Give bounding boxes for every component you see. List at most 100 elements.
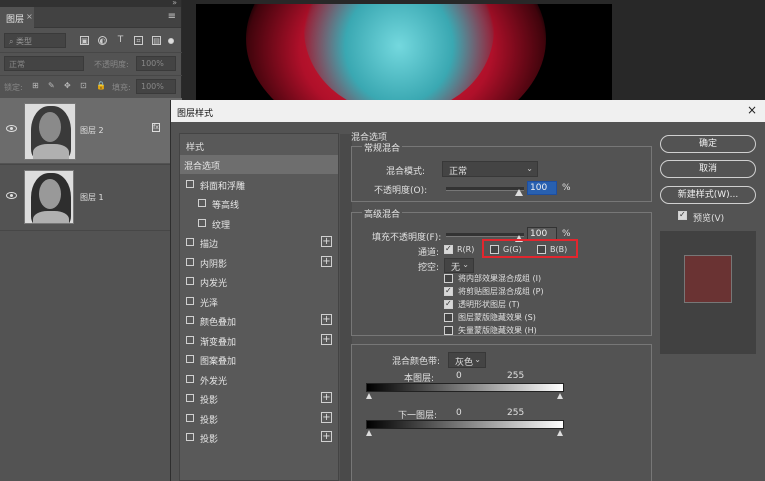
advanced-option-checkbox[interactable] — [444, 299, 453, 309]
advanced-option-checkbox[interactable] — [444, 286, 453, 296]
add-style-icon[interactable]: + — [321, 411, 332, 423]
style-checkbox[interactable] — [198, 218, 206, 227]
style-item[interactable]: 描边 + — [180, 233, 338, 252]
underlying-black-thumb[interactable] — [366, 430, 372, 436]
blend-mode-value: 正常 — [449, 167, 468, 177]
opacity-label: 不透明度(O): — [374, 186, 428, 196]
lock-artboard-icon[interactable]: ⊡ — [80, 81, 89, 90]
fill-opacity-slider[interactable] — [446, 233, 524, 237]
style-checkbox[interactable] — [186, 277, 194, 285]
layer-thumbnail — [24, 103, 76, 160]
add-style-icon[interactable]: + — [321, 392, 332, 403]
new-style-button[interactable]: 新建样式(W)... — [660, 186, 756, 204]
layer-name[interactable]: 图层 2 — [80, 125, 104, 136]
style-label: 图案叠加 — [200, 357, 237, 367]
lock-position-icon[interactable]: ✥ — [64, 81, 73, 90]
style-label: 混合选项 — [184, 162, 221, 172]
layer-name[interactable]: 图层 1 — [80, 192, 104, 203]
style-checkbox[interactable] — [186, 257, 194, 266]
smart-object-filter-icon[interactable]: ▤ — [152, 36, 161, 45]
opacity-field[interactable]: 100 — [527, 181, 557, 195]
advanced-option-checkbox[interactable] — [444, 274, 453, 283]
add-style-icon[interactable]: + — [321, 255, 332, 267]
blend-if-section: 混合颜色带: 灰色 ⌄ 本图层: 0 255 下一图层: 0 255 — [351, 344, 652, 481]
style-checkbox[interactable] — [186, 316, 194, 324]
add-style-icon[interactable]: + — [321, 431, 332, 442]
collapse-icon[interactable]: » — [172, 0, 177, 7]
cancel-button[interactable]: 取消 — [660, 160, 756, 178]
eye-icon[interactable] — [6, 125, 17, 132]
layer-opacity-field[interactable]: 100% — [136, 56, 176, 71]
canvas-area — [182, 0, 765, 100]
ok-button[interactable]: 确定 — [660, 135, 756, 153]
add-style-icon[interactable]: + — [321, 314, 332, 325]
channel-r-label: R(R) — [457, 245, 475, 254]
pixel-filter-icon[interactable]: ▣ — [80, 36, 89, 45]
advanced-option-checkbox[interactable] — [444, 326, 453, 335]
styles-header[interactable]: 样式 — [180, 136, 338, 155]
advanced-option-checkbox[interactable] — [444, 313, 453, 322]
add-style-icon[interactable]: + — [321, 333, 332, 345]
lock-image-icon[interactable]: ✎ — [48, 81, 57, 90]
layer-row-1[interactable]: 图层 1 — [0, 164, 182, 229]
filter-kind-dropdown[interactable]: ⌕ 类型 — [4, 33, 66, 48]
style-checkbox[interactable] — [186, 335, 194, 344]
style-item[interactable]: 图案叠加 — [180, 350, 338, 369]
add-style-icon[interactable]: + — [321, 236, 332, 247]
panel-menu-icon[interactable]: ≡ — [168, 11, 176, 22]
style-item[interactable]: 等高线 — [180, 194, 338, 213]
layers-panel: » 图层 × ≡ ⌕ 类型 ▣ ◐ T ⌗ ▤ 正常 不透明度: 100% 锁定… — [0, 0, 182, 481]
style-item[interactable]: 颜色叠加 + — [180, 311, 338, 330]
blend-mode-dropdown[interactable]: 正常 ⌄ — [442, 161, 538, 177]
type-filter-icon[interactable]: T — [116, 36, 125, 45]
layer-blend-mode-dropdown[interactable]: 正常 — [4, 56, 84, 71]
lock-all-icon[interactable]: 🔒 — [96, 81, 106, 90]
tab-close-icon[interactable]: × — [26, 12, 33, 21]
style-checkbox[interactable] — [186, 296, 194, 305]
style-item[interactable]: 混合选项 — [180, 155, 338, 174]
style-checkbox[interactable] — [186, 394, 194, 402]
underlying-white-thumb[interactable] — [557, 430, 563, 436]
this-layer-black-thumb[interactable] — [366, 393, 372, 399]
style-item[interactable]: 内发光 — [180, 272, 338, 291]
shape-filter-icon[interactable]: ⌗ — [134, 36, 143, 45]
eye-icon[interactable] — [6, 192, 17, 199]
adjustment-filter-icon[interactable]: ◐ — [98, 36, 107, 45]
blend-if-value: 灰色 — [455, 358, 474, 368]
canvas-image[interactable] — [196, 4, 612, 100]
knockout-label: 挖空: — [418, 263, 440, 273]
dialog-titlebar[interactable]: 图层样式 × — [171, 100, 765, 122]
style-checkbox[interactable] — [186, 179, 194, 188]
style-checkbox[interactable] — [186, 413, 194, 422]
style-checkbox[interactable] — [186, 238, 194, 246]
opacity-slider[interactable] — [446, 187, 524, 191]
style-checkbox[interactable] — [186, 374, 194, 383]
style-item[interactable]: 光泽 — [180, 292, 338, 311]
style-item[interactable]: 斜面和浮雕 — [180, 175, 338, 194]
style-item[interactable]: 外发光 — [180, 370, 338, 389]
style-checkbox[interactable] — [186, 355, 194, 363]
style-item[interactable]: 内阴影 + — [180, 253, 338, 272]
style-item[interactable]: 投影 + — [180, 409, 338, 428]
style-item[interactable]: 渐变叠加 + — [180, 331, 338, 350]
close-icon[interactable]: × — [747, 103, 757, 117]
style-checkbox[interactable] — [198, 199, 206, 207]
channel-r-checkbox[interactable] — [444, 244, 453, 254]
style-item[interactable]: 投影 + — [180, 389, 338, 408]
filter-toggle-icon[interactable] — [168, 38, 174, 44]
preview-checkbox[interactable] — [678, 210, 687, 220]
knockout-dropdown[interactable]: 无 ⌄ — [444, 258, 474, 273]
blend-if-dropdown[interactable]: 灰色 ⌄ — [448, 352, 486, 368]
opacity-slider-thumb[interactable] — [515, 189, 523, 196]
lock-transparent-icon[interactable]: ⊞ — [32, 81, 41, 90]
layer-row-2[interactable]: 图层 2 fx — [0, 98, 182, 163]
style-label: 内阴影 — [200, 259, 228, 270]
style-checkbox[interactable] — [186, 433, 194, 441]
advanced-option-label: 矢量蒙版隐藏效果 (H) — [458, 326, 537, 335]
style-item[interactable]: 投影 + — [180, 428, 338, 447]
this-layer-white-thumb[interactable] — [557, 393, 563, 399]
fill-opacity-label: 填充不透明度(F): — [372, 233, 442, 243]
search-icon: ⌕ — [9, 37, 17, 46]
fill-field[interactable]: 100% — [136, 79, 176, 94]
style-item[interactable]: 纹理 — [180, 214, 338, 233]
